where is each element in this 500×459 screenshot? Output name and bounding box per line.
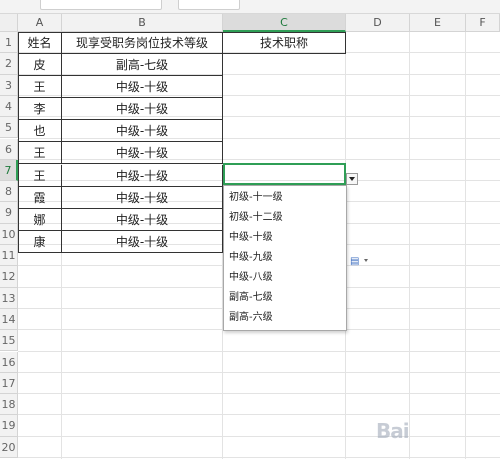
column-header-b[interactable]: B (62, 14, 223, 32)
row-header-7[interactable]: 7 (0, 159, 18, 182)
row-header-8[interactable]: 8 (0, 181, 18, 203)
dropdown-option[interactable]: 中级-十级 (224, 228, 346, 248)
row-header-11[interactable]: 11 (0, 245, 18, 267)
dropdown-button[interactable] (346, 173, 358, 185)
row-header-17[interactable]: 17 (0, 372, 18, 395)
row-header-20[interactable]: 20 (0, 436, 18, 458)
grid-row-line (18, 350, 500, 352)
cell-level[interactable]: 中级-十级 (62, 76, 223, 99)
watermark-text: Bai (376, 419, 410, 443)
row-header-1[interactable]: 1 (0, 32, 18, 54)
toolbar-strip (0, 0, 500, 14)
cell-b1[interactable]: 现享受职务岗位技术等级 (62, 32, 223, 54)
dropdown-arrow-icon (349, 177, 355, 181)
active-cell-c7[interactable] (223, 163, 346, 185)
row-header-9[interactable]: 9 (0, 202, 18, 224)
cell-name[interactable]: 康 (18, 230, 62, 253)
dropdown-option[interactable]: 中级-九级 (224, 248, 346, 268)
dropdown-option[interactable]: 初级-十一级 (224, 188, 346, 208)
row-header-10[interactable]: 10 (0, 223, 18, 245)
dropdown-option[interactable]: 中级-八级 (224, 268, 346, 288)
row-header-5[interactable]: 5 (0, 117, 18, 139)
cell-level[interactable]: 中级-十级 (62, 186, 223, 209)
column-header-e[interactable]: E (410, 14, 466, 32)
paste-options-icon: ▤ (350, 256, 360, 267)
watermark-logo: Bai (376, 415, 494, 445)
grid-column-line (409, 32, 410, 459)
row-header-4[interactable]: 4 (0, 95, 18, 118)
name-box[interactable] (40, 0, 162, 10)
row-header-6[interactable]: 6 (0, 138, 18, 160)
spreadsheet: ABCDEF 1 2 3 4 5 6 7 8 9 10 11 12 13 14 15 16 17 18 19 20 姓… (0, 0, 500, 459)
validation-dropdown-list: 初级-十一级 初级-十二级 中级-十级 中级-九级 中级-八级 副高-七级 副高… (223, 185, 347, 331)
row-header-15[interactable]: 15 (0, 330, 18, 352)
column-header-f[interactable]: F (466, 14, 500, 32)
cell-name[interactable]: 李 (18, 98, 62, 121)
cell-name[interactable]: 霞 (18, 186, 62, 209)
cell-name[interactable]: 王 (18, 164, 62, 187)
cell-level[interactable]: 中级-十级 (62, 208, 223, 231)
cell-c1[interactable]: 技术职称 (223, 32, 346, 54)
row-header-2[interactable]: 2 (0, 53, 18, 75)
row-header-12[interactable]: 12 (0, 266, 18, 288)
cell-name[interactable]: 王 (18, 142, 62, 165)
row-header-19[interactable]: 19 (0, 415, 18, 437)
column-header-d[interactable]: D (346, 14, 410, 32)
dropdown-option[interactable]: 初级-十二级 (224, 208, 346, 228)
grid-row-line (18, 371, 500, 373)
row-header-3[interactable]: 3 (0, 74, 18, 96)
cell-name[interactable]: 也 (18, 120, 62, 143)
paste-options-button[interactable]: ▤ (348, 255, 376, 269)
cell-level[interactable]: 副高-七级 (62, 54, 223, 77)
cell-level[interactable]: 中级-十级 (62, 98, 223, 121)
row-header-13[interactable]: 13 (0, 287, 18, 309)
grid-row-line (18, 393, 500, 395)
chevron-down-icon (364, 259, 368, 262)
row-header-18[interactable]: 18 (0, 394, 18, 416)
cell-name[interactable]: 王 (18, 76, 62, 99)
column-header-c[interactable]: C (223, 14, 346, 32)
dropdown-option[interactable]: 副高-六级 (224, 308, 346, 328)
row-header-16[interactable]: 16 (0, 351, 18, 373)
select-all-corner[interactable] (0, 14, 18, 32)
cell-a1[interactable]: 姓名 (18, 32, 62, 54)
row-header-14[interactable]: 14 (0, 308, 18, 331)
cell-level[interactable]: 中级-十级 (62, 230, 223, 253)
cell-name[interactable]: 娜 (18, 208, 62, 231)
dropdown-option[interactable]: 副高-七级 (224, 288, 346, 308)
cell-level[interactable]: 中级-十级 (62, 164, 223, 187)
column-header-a[interactable]: A (18, 14, 62, 32)
cell-level[interactable]: 中级-十级 (62, 142, 223, 165)
grid-row-line (18, 457, 500, 458)
cell-level[interactable]: 中级-十级 (62, 120, 223, 143)
formula-tools[interactable] (178, 0, 240, 10)
grid-column-line (465, 32, 466, 459)
cell-name[interactable]: 皮 (18, 54, 62, 77)
